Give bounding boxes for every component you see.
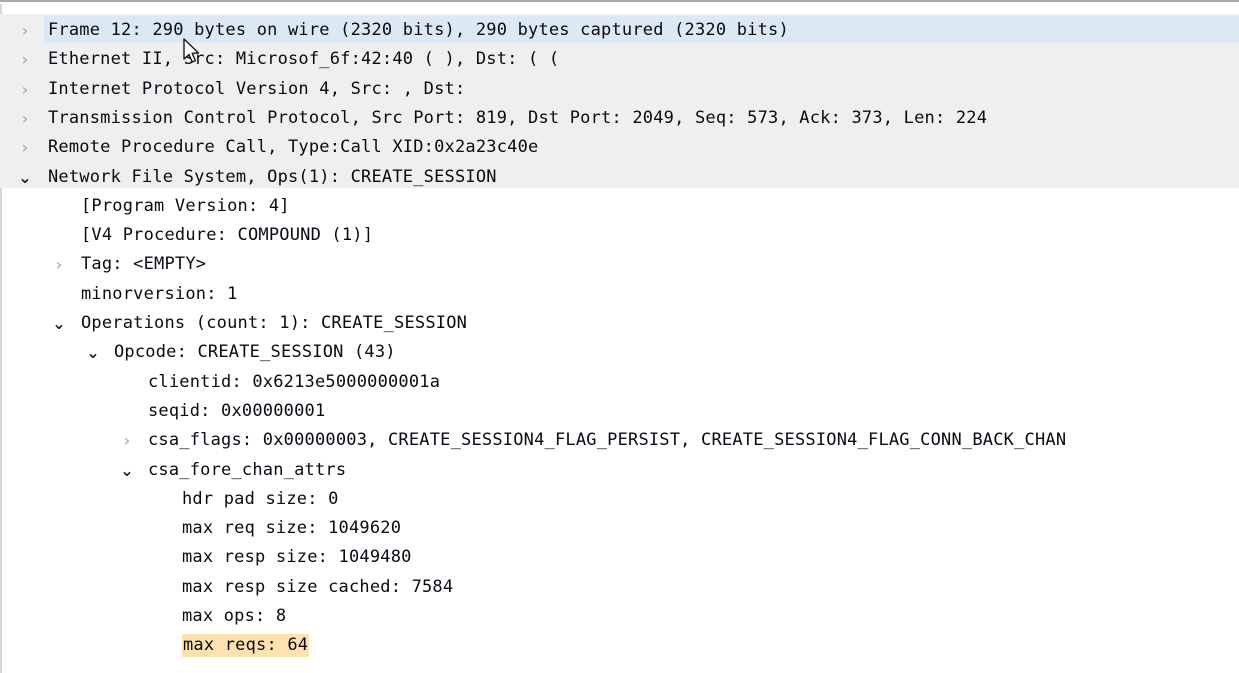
- chevron-right-icon[interactable]: ›: [14, 16, 36, 45]
- tree-row-rpc[interactable]: › Remote Procedure Call, Type:Call XID:0x…: [0, 133, 1239, 162]
- tree-row-csa-flags[interactable]: › csa_flags: 0x00000003, CREATE_SESSION4_…: [0, 426, 1239, 455]
- tree-row-max-ops[interactable]: max ops: 8: [0, 602, 1239, 631]
- tree-row-program-version[interactable]: [Program Version: 4]: [0, 192, 1239, 221]
- tree-row-label: minorversion: 1: [81, 283, 238, 304]
- chevron-down-icon[interactable]: ⌄: [116, 456, 138, 485]
- chevron-down-icon[interactable]: ⌄: [82, 338, 104, 367]
- chevron-right-icon[interactable]: ›: [116, 426, 138, 455]
- tree-row-label: Transmission Control Protocol, Src Port:…: [48, 107, 988, 128]
- tree-row-ipv4[interactable]: › Internet Protocol Version 4, Src: , Dst…: [0, 75, 1239, 104]
- tree-row-label: max ops: 8: [182, 606, 287, 626]
- chevron-right-icon[interactable]: ›: [48, 250, 70, 279]
- tree-row-label: Operations (count: 1): CREATE_SESSION: [81, 313, 468, 333]
- tree-row-minorversion[interactable]: minorversion: 1: [0, 280, 1239, 309]
- tree-row-clientid[interactable]: clientid: 0x6213e5000000001a: [0, 368, 1239, 397]
- tree-row-operations[interactable]: ⌄ Operations (count: 1): CREATE_SESSION: [0, 309, 1239, 338]
- tree-row-label: max req size: 1049620: [182, 518, 402, 539]
- chevron-right-icon[interactable]: ›: [14, 45, 36, 74]
- tree-row-label: csa_fore_chan_attrs: [148, 459, 347, 480]
- tree-row-label: Remote Procedure Call, Type:Call XID:0x2…: [48, 137, 539, 158]
- tree-row-opcode[interactable]: ⌄ Opcode: CREATE_SESSION (43): [0, 338, 1239, 367]
- tree-row-ethernet[interactable]: › Ethernet II, Src: Microsof_6f:42:40 ( )…: [0, 45, 1239, 74]
- tree-row-csa-fore-chan-attrs[interactable]: ⌄ csa_fore_chan_attrs: [0, 456, 1239, 485]
- tree-row-hdr-pad-size[interactable]: hdr pad size: 0: [0, 485, 1239, 514]
- tree-row-max-reqs[interactable]: max reqs: 64: [0, 631, 1239, 660]
- tree-row-label: Frame 12: 290 bytes on wire (2320 bits),…: [48, 20, 789, 40]
- tree-row-frame[interactable]: › Frame 12: 290 bytes on wire (2320 bits)…: [0, 16, 1239, 45]
- tree-row-label: Opcode: CREATE_SESSION (43): [114, 342, 396, 363]
- tree-row-max-resp-size[interactable]: max resp size: 1049480: [0, 543, 1239, 572]
- chevron-right-icon[interactable]: ›: [14, 75, 36, 104]
- tree-row-label: Network File System, Ops(1): CREATE_SESS…: [48, 166, 497, 187]
- chevron-right-icon[interactable]: ›: [14, 104, 36, 133]
- tree-row-label: Tag: <EMPTY>: [81, 254, 207, 275]
- tree-row-label: [V4 Procedure: COMPOUND (1)]: [81, 225, 374, 246]
- chevron-down-icon[interactable]: ⌄: [48, 309, 70, 338]
- tree-row-label: seqid: 0x00000001: [148, 400, 326, 421]
- tree-row-label: max resp size cached: 7584: [182, 576, 454, 597]
- tree-row-tcp[interactable]: › Transmission Control Protocol, Src Port…: [0, 104, 1239, 133]
- tree-row-label: Ethernet II, Src: Microsof_6f:42:40 ( ),…: [48, 49, 560, 70]
- tree-row-nfs[interactable]: ⌄ Network File System, Ops(1): CREATE_SES…: [0, 163, 1239, 192]
- packet-details-pane[interactable]: › Frame 12: 290 bytes on wire (2320 bits)…: [0, 0, 1239, 673]
- tree-row-max-resp-size-cached[interactable]: max resp size cached: 7584: [0, 573, 1239, 602]
- tree-row-tag[interactable]: › Tag: <EMPTY>: [0, 250, 1239, 279]
- chevron-down-icon[interactable]: ⌄: [14, 163, 36, 192]
- tree-row-label: csa_flags: 0x00000003, CREATE_SESSION4_F…: [148, 430, 1067, 451]
- tree-row-v4-procedure[interactable]: [V4 Procedure: COMPOUND (1)]: [0, 221, 1239, 250]
- tree-row-label: max reqs: 64: [182, 631, 310, 660]
- tree-row-label: hdr pad size: 0: [182, 488, 339, 509]
- tree-row-label: Internet Protocol Version 4, Src: , Dst:: [48, 78, 466, 99]
- tree-row-max-req-size[interactable]: max req size: 1049620: [0, 514, 1239, 543]
- tree-row-seqid[interactable]: seqid: 0x00000001: [0, 397, 1239, 426]
- tree-row-label: clientid: 0x6213e5000000001a: [148, 371, 441, 392]
- tree-row-label: [Program Version: 4]: [81, 195, 290, 216]
- chevron-right-icon[interactable]: ›: [14, 133, 36, 162]
- tree-row-label: max resp size: 1049480: [182, 547, 412, 568]
- find-match-highlight: max reqs: 64: [182, 634, 310, 658]
